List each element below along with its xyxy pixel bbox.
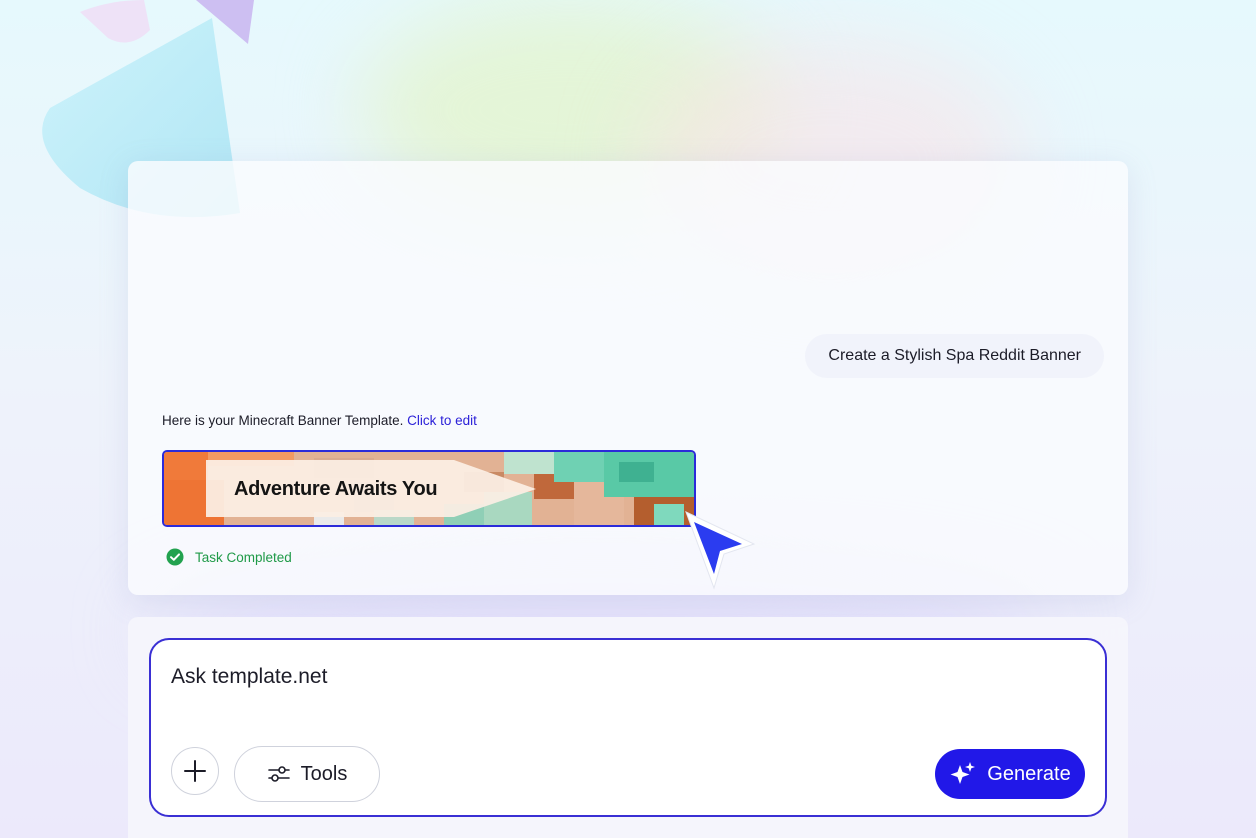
pointer-cursor-icon	[685, 511, 756, 590]
check-circle-icon	[166, 548, 184, 566]
user-message-bubble: Create a Stylish Spa Reddit Banner	[805, 334, 1104, 378]
user-message-text: Create a Stylish Spa Reddit Banner	[828, 347, 1081, 364]
assistant-message: Here is your Minecraft Banner Template. …	[162, 413, 477, 428]
composer-panel: Ask template.net Tools Generate	[128, 617, 1128, 838]
generate-label: Generate	[987, 762, 1071, 785]
click-to-edit-link[interactable]: Click to edit	[407, 413, 477, 428]
banner-template-preview[interactable]: Adventure Awaits You	[162, 450, 696, 527]
task-status: Task Completed	[166, 548, 292, 566]
tools-button[interactable]: Tools	[234, 746, 380, 802]
banner-title: Adventure Awaits You	[234, 478, 438, 500]
chat-panel: Create a Stylish Spa Reddit Banner Here …	[128, 161, 1128, 595]
prompt-input[interactable]: Ask template.net	[171, 665, 327, 689]
plus-icon	[184, 760, 206, 782]
sliders-icon	[267, 766, 290, 782]
assistant-message-text: Here is your Minecraft Banner Template.	[162, 413, 404, 428]
task-status-text: Task Completed	[195, 549, 292, 565]
prompt-box[interactable]: Ask template.net Tools Generate	[149, 638, 1107, 817]
generate-button[interactable]: Generate	[935, 749, 1085, 799]
tools-label: Tools	[300, 762, 348, 785]
sparkles-icon	[950, 762, 976, 784]
add-button[interactable]	[171, 747, 219, 795]
